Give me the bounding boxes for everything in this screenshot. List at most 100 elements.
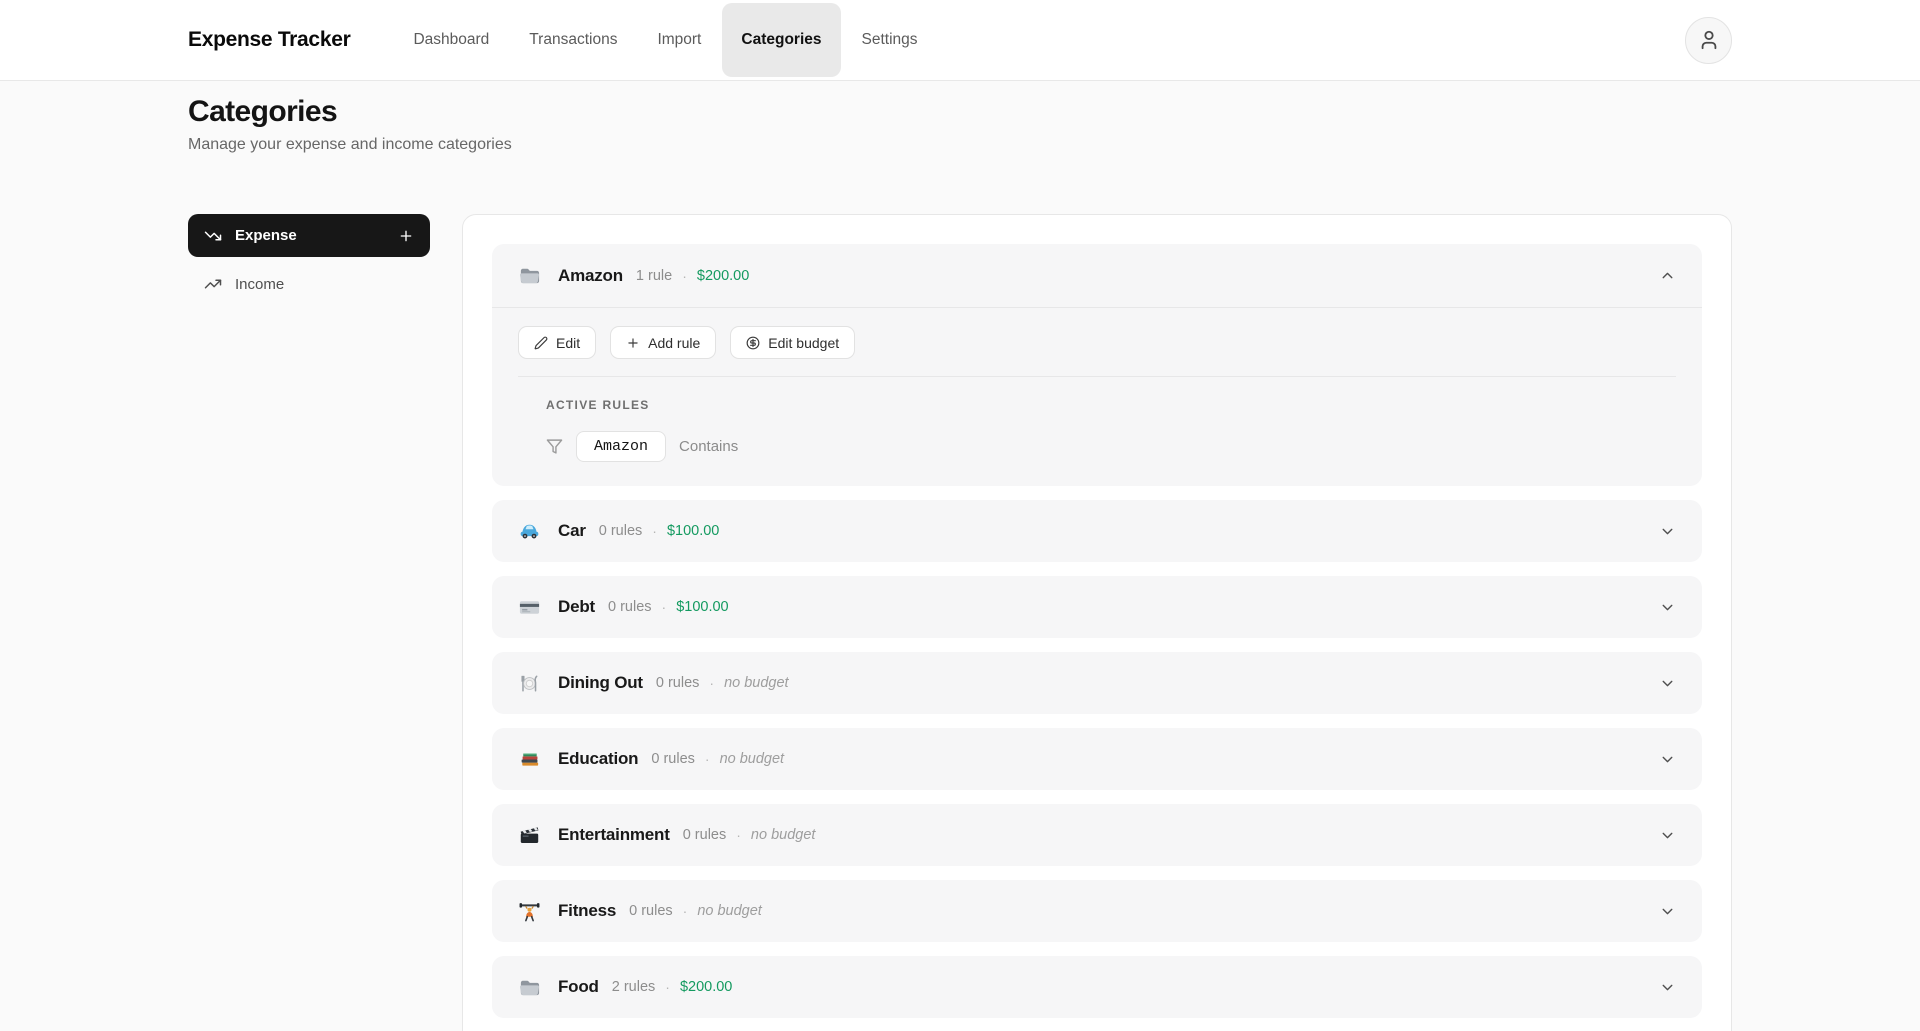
- credit-card-icon: [518, 596, 541, 619]
- nav-item-dashboard[interactable]: Dashboard: [394, 3, 508, 77]
- chevron-down-icon[interactable]: [1659, 827, 1676, 844]
- page-title: Categories: [188, 95, 1732, 128]
- rule-row: Amazon Contains: [546, 431, 1676, 462]
- category-name: Fitness: [558, 901, 616, 921]
- chevron-down-icon[interactable]: [1659, 599, 1676, 616]
- folder-icon: [518, 264, 541, 287]
- button-label: Add rule: [648, 335, 700, 351]
- car-icon: [518, 520, 541, 543]
- category-rule-count: 2 rules: [612, 979, 656, 995]
- chevron-down-icon[interactable]: [1659, 675, 1676, 692]
- pencil-icon: [534, 336, 548, 350]
- rule-pattern-pill: Amazon: [576, 431, 666, 462]
- category-rule-count: 0 rules: [683, 827, 727, 843]
- category-header[interactable]: Fitness 0 rules · no budget: [492, 880, 1702, 942]
- category-header[interactable]: Entertainment 0 rules · no budget: [492, 804, 1702, 866]
- nav-item-settings[interactable]: Settings: [843, 3, 937, 77]
- category-actions: Edit Add rule Edit budget: [492, 308, 1702, 376]
- meta-separator: ·: [683, 903, 688, 919]
- add-rule-button[interactable]: Add rule: [610, 326, 716, 359]
- chevron-down-icon[interactable]: [1659, 523, 1676, 540]
- trending-down-icon: [204, 227, 222, 245]
- category-header[interactable]: Education 0 rules · no budget: [492, 728, 1702, 790]
- category-budget: $100.00: [667, 523, 719, 539]
- category-row-car: Car 0 rules · $100.00: [492, 500, 1702, 562]
- category-header[interactable]: Dining Out 0 rules · no budget: [492, 652, 1702, 714]
- categories-card: Amazon 1 rule · $200.00 EditAdd ruleEdit…: [462, 214, 1732, 1031]
- sidebar-item-income[interactable]: Income: [188, 269, 430, 299]
- edit-budget-button[interactable]: Edit budget: [730, 326, 855, 359]
- clapperboard-icon: [518, 824, 541, 847]
- category-row-fitness: Fitness 0 rules · no budget: [492, 880, 1702, 942]
- category-header[interactable]: Amazon 1 rule · $200.00: [492, 244, 1702, 308]
- category-rule-count: 0 rules: [599, 523, 643, 539]
- category-budget: no budget: [751, 827, 816, 843]
- category-name: Debt: [558, 597, 595, 617]
- meta-separator: ·: [662, 599, 667, 615]
- category-name: Entertainment: [558, 825, 670, 845]
- category-rule-count: 0 rules: [656, 675, 700, 691]
- category-budget: $100.00: [676, 599, 728, 615]
- user-icon: [1698, 29, 1720, 51]
- edit-button[interactable]: Edit: [518, 326, 596, 359]
- category-header[interactable]: Debt 0 rules · $100.00: [492, 576, 1702, 638]
- dining-icon: [518, 672, 541, 695]
- category-header[interactable]: Car 0 rules · $100.00: [492, 500, 1702, 562]
- main-content: Categories Manage your expense and incom…: [188, 81, 1732, 1031]
- sidebar: Expense Income: [188, 214, 430, 299]
- meta-separator: ·: [682, 268, 687, 284]
- active-rules-label: ACTIVE RULES: [546, 398, 1676, 412]
- chevron-up-icon[interactable]: [1659, 267, 1676, 284]
- meta-separator: ·: [736, 827, 741, 843]
- category-row-debt: Debt 0 rules · $100.00: [492, 576, 1702, 638]
- page-subtitle: Manage your expense and income categorie…: [188, 136, 1732, 154]
- category-name: Amazon: [558, 266, 623, 286]
- books-icon: [518, 748, 541, 771]
- button-label: Edit: [556, 335, 580, 351]
- income-tab-label: Income: [235, 276, 284, 293]
- nav-item-import[interactable]: Import: [638, 3, 720, 77]
- category-row-amazon: Amazon 1 rule · $200.00 EditAdd ruleEdit…: [492, 244, 1702, 486]
- funnel-icon: [546, 438, 563, 455]
- category-row-dining-out: Dining Out 0 rules · no budget: [492, 652, 1702, 714]
- category-row-education: Education 0 rules · no budget: [492, 728, 1702, 790]
- avatar-button[interactable]: [1685, 17, 1732, 64]
- category-header[interactable]: Food 2 rules · $200.00: [492, 956, 1702, 1018]
- main-nav: Dashboard Transactions Import Categories…: [394, 0, 936, 80]
- category-rule-count: 0 rules: [629, 903, 673, 919]
- sidebar-item-expense[interactable]: Expense: [188, 214, 430, 257]
- meta-separator: ·: [665, 979, 670, 995]
- active-rules-section: ACTIVE RULES Amazon Contains: [518, 376, 1676, 486]
- category-row-entertainment: Entertainment 0 rules · no budget: [492, 804, 1702, 866]
- category-name: Dining Out: [558, 673, 643, 693]
- trending-up-icon: [204, 275, 222, 293]
- category-name: Education: [558, 749, 638, 769]
- meta-separator: ·: [652, 523, 657, 539]
- meta-separator: ·: [705, 751, 710, 767]
- rule-match-type: Contains: [679, 438, 738, 455]
- nav-item-categories[interactable]: Categories: [722, 3, 840, 77]
- category-rule-count: 1 rule: [636, 268, 672, 284]
- weightlifter-icon: [518, 900, 541, 923]
- app-logo: Expense Tracker: [188, 28, 350, 52]
- folder-icon: [518, 976, 541, 999]
- category-budget: $200.00: [697, 268, 749, 284]
- rules-list: Amazon Contains: [546, 431, 1676, 462]
- category-budget: $200.00: [680, 979, 732, 995]
- category-row-food: Food 2 rules · $200.00: [492, 956, 1702, 1018]
- expense-tab-label: Expense: [235, 227, 297, 244]
- chevron-down-icon[interactable]: [1659, 903, 1676, 920]
- category-rule-count: 0 rules: [651, 751, 695, 767]
- nav-item-transactions[interactable]: Transactions: [510, 3, 636, 77]
- category-rule-count: 0 rules: [608, 599, 652, 615]
- category-budget: no budget: [697, 903, 762, 919]
- add-category-icon[interactable]: [398, 228, 414, 244]
- chevron-down-icon[interactable]: [1659, 979, 1676, 996]
- plus-icon: [626, 336, 640, 350]
- button-label: Edit budget: [768, 335, 839, 351]
- category-name: Food: [558, 977, 599, 997]
- category-budget: no budget: [724, 675, 789, 691]
- dollar-circle-icon: [746, 336, 760, 350]
- app-header: Expense Tracker Dashboard Transactions I…: [0, 0, 1920, 81]
- chevron-down-icon[interactable]: [1659, 751, 1676, 768]
